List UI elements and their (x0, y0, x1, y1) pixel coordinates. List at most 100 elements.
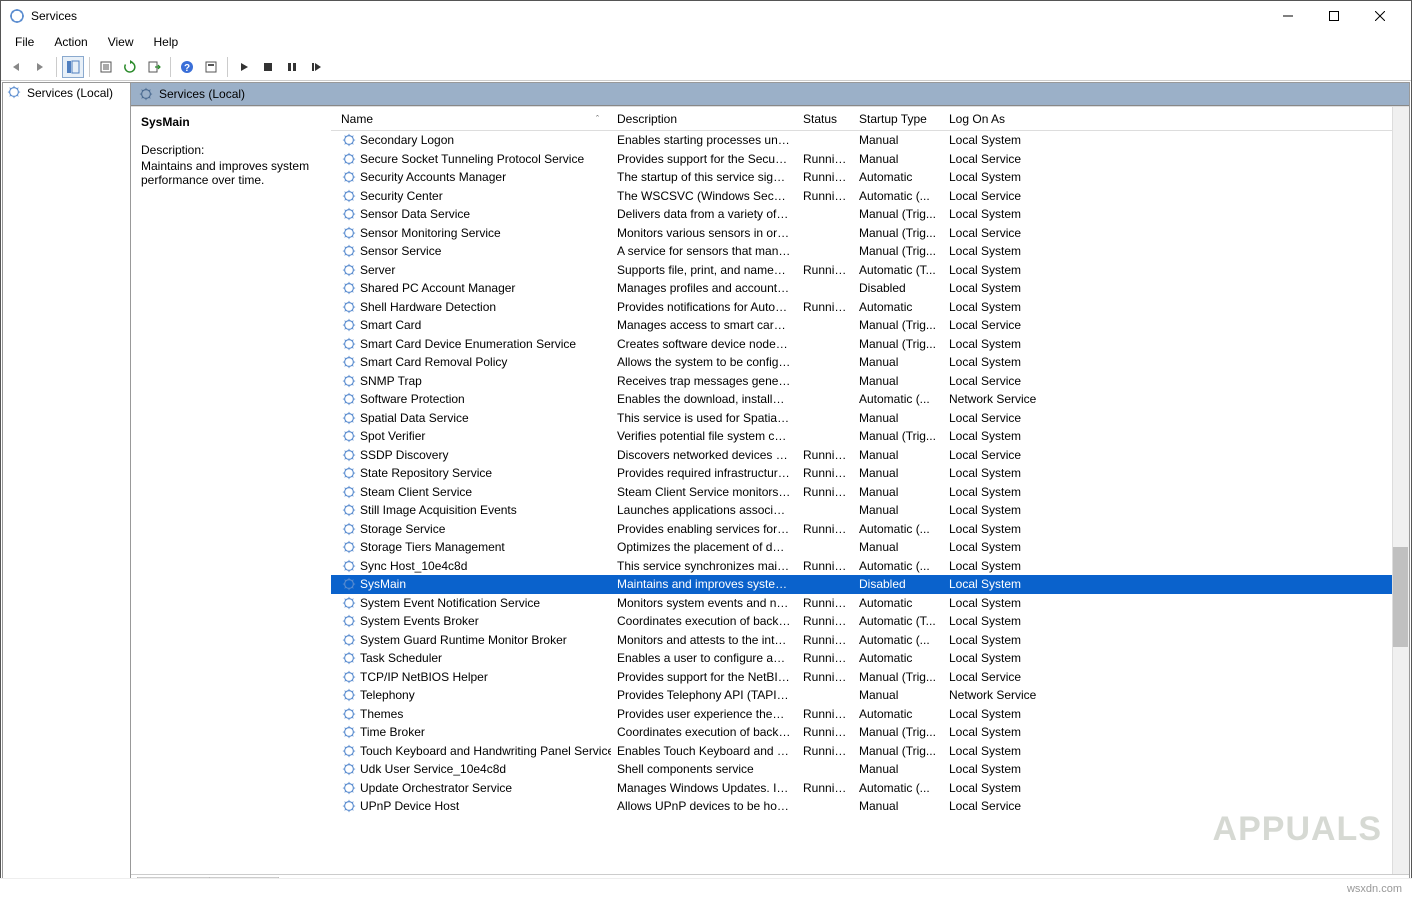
service-row[interactable]: Time BrokerCoordinates execution of back… (331, 723, 1409, 742)
minimize-button[interactable] (1265, 1, 1311, 31)
service-desc-cell: Monitors system events and noti... (611, 596, 797, 610)
service-desc-cell: Provides Telephony API (TAPI) su... (611, 688, 797, 702)
service-row[interactable]: Update Orchestrator ServiceManages Windo… (331, 779, 1409, 798)
start-service-button[interactable] (233, 56, 255, 78)
service-row[interactable]: Smart CardManages access to smart cards … (331, 316, 1409, 335)
service-status-cell: Running (797, 651, 853, 665)
service-row[interactable]: Software ProtectionEnables the download,… (331, 390, 1409, 409)
service-row[interactable]: Sensor ServiceA service for sensors that… (331, 242, 1409, 261)
description-label: Description: (141, 143, 321, 157)
pause-service-button[interactable] (281, 56, 303, 78)
help-button[interactable]: ? (176, 56, 198, 78)
service-row[interactable]: TCP/IP NetBIOS HelperProvides support fo… (331, 668, 1409, 687)
column-logon[interactable]: Log On As (943, 112, 1123, 126)
maximize-button[interactable] (1311, 1, 1357, 31)
gear-icon (341, 336, 357, 352)
service-row[interactable]: System Guard Runtime Monitor BrokerMonit… (331, 631, 1409, 650)
column-description[interactable]: Description (611, 112, 797, 126)
tree-item-services-local[interactable]: Services (Local) (3, 83, 130, 103)
service-row[interactable]: Spot VerifierVerifies potential file sys… (331, 427, 1409, 446)
service-logon-cell: Local System (943, 744, 1123, 758)
service-row[interactable]: Sync Host_10e4c8dThis service synchroniz… (331, 557, 1409, 576)
properties-button[interactable] (95, 56, 117, 78)
menu-help[interactable]: Help (144, 33, 189, 51)
rows-container[interactable]: Secondary LogonEnables starting processe… (331, 131, 1409, 874)
service-row[interactable]: System Events BrokerCoordinates executio… (331, 612, 1409, 631)
refresh-button[interactable] (119, 56, 141, 78)
service-logon-cell: Local System (943, 781, 1123, 795)
service-name-cell: Sensor Monitoring Service (360, 226, 501, 240)
service-logon-cell: Local System (943, 244, 1123, 258)
service-row[interactable]: Storage Tiers ManagementOptimizes the pl… (331, 538, 1409, 557)
service-desc-cell: This service is used for Spatial Pe... (611, 411, 797, 425)
service-row[interactable]: Shared PC Account ManagerManages profile… (331, 279, 1409, 298)
service-desc-cell: Enables a user to configure and ... (611, 651, 797, 665)
column-startup[interactable]: Startup Type (853, 112, 943, 126)
column-name[interactable]: Nameˆ (335, 112, 611, 126)
service-logon-cell: Local System (943, 614, 1123, 628)
service-logon-cell: Local System (943, 300, 1123, 314)
service-status-cell: Running (797, 170, 853, 184)
menu-view[interactable]: View (98, 33, 144, 51)
service-logon-cell: Network Service (943, 688, 1123, 702)
service-startup-cell: Automatic (853, 170, 943, 184)
gear-icon (341, 724, 357, 740)
service-desc-cell: Manages Windows Updates. If st... (611, 781, 797, 795)
menu-file[interactable]: File (5, 33, 44, 51)
scrollbar-thumb[interactable] (1393, 547, 1408, 647)
service-status-cell: Running (797, 263, 853, 277)
service-row[interactable]: ServerSupports file, print, and named-..… (331, 261, 1409, 280)
service-logon-cell: Local Service (943, 411, 1123, 425)
service-status-cell: Running (797, 300, 853, 314)
service-row[interactable]: Touch Keyboard and Handwriting Panel Ser… (331, 742, 1409, 761)
scrollbar[interactable] (1392, 107, 1409, 874)
service-row[interactable]: Security Accounts ManagerThe startup of … (331, 168, 1409, 187)
service-row[interactable]: Sensor Monitoring ServiceMonitors variou… (331, 224, 1409, 243)
service-row[interactable]: TelephonyProvides Telephony API (TAPI) s… (331, 686, 1409, 705)
service-logon-cell: Local Service (943, 152, 1123, 166)
service-desc-cell: Allows UPnP devices to be hoste... (611, 799, 797, 813)
forward-button[interactable] (29, 56, 51, 78)
gear-icon (341, 132, 357, 148)
toolbar-unknown-button[interactable] (200, 56, 222, 78)
service-row[interactable]: Secondary LogonEnables starting processe… (331, 131, 1409, 150)
show-hide-tree-button[interactable] (62, 56, 84, 78)
service-row[interactable]: Secure Socket Tunneling Protocol Service… (331, 150, 1409, 169)
service-row[interactable]: Still Image Acquisition EventsLaunches a… (331, 501, 1409, 520)
service-row[interactable]: System Event Notification ServiceMonitor… (331, 594, 1409, 613)
gear-icon (341, 299, 357, 315)
service-logon-cell: Local System (943, 466, 1123, 480)
stop-service-button[interactable] (257, 56, 279, 78)
service-row[interactable]: Shell Hardware DetectionProvides notific… (331, 298, 1409, 317)
service-row[interactable]: Security CenterThe WSCSVC (Windows Secur… (331, 187, 1409, 206)
service-startup-cell: Manual (853, 448, 943, 462)
service-row[interactable]: ThemesProvides user experience theme ...… (331, 705, 1409, 724)
service-row[interactable]: SysMainMaintains and improves system ...… (331, 575, 1409, 594)
gear-icon (341, 798, 357, 814)
service-row[interactable]: Steam Client ServiceSteam Client Service… (331, 483, 1409, 502)
service-name-cell: Udk User Service_10e4c8d (360, 762, 506, 776)
service-row[interactable]: SSDP DiscoveryDiscovers networked device… (331, 446, 1409, 465)
service-row[interactable]: State Repository ServiceProvides require… (331, 464, 1409, 483)
service-desc-cell: Creates software device nodes f... (611, 337, 797, 351)
service-row[interactable]: Spatial Data ServiceThis service is used… (331, 409, 1409, 428)
back-button[interactable] (5, 56, 27, 78)
menu-action[interactable]: Action (44, 33, 97, 51)
service-row[interactable]: Smart Card Removal PolicyAllows the syst… (331, 353, 1409, 372)
restart-service-button[interactable] (305, 56, 327, 78)
gear-icon (341, 373, 357, 389)
service-row[interactable]: Udk User Service_10e4c8dShell components… (331, 760, 1409, 779)
column-status[interactable]: Status (797, 112, 853, 126)
gear-icon (341, 650, 357, 666)
service-row[interactable]: Smart Card Device Enumeration ServiceCre… (331, 335, 1409, 354)
close-button[interactable] (1357, 1, 1403, 31)
service-logon-cell: Local System (943, 263, 1123, 277)
service-startup-cell: Manual (853, 688, 943, 702)
service-row[interactable]: Storage ServiceProvides enabling service… (331, 520, 1409, 539)
service-row[interactable]: Task SchedulerEnables a user to configur… (331, 649, 1409, 668)
service-row[interactable]: SNMP TrapReceives trap messages generate… (331, 372, 1409, 391)
gear-icon (139, 87, 153, 101)
service-row[interactable]: Sensor Data ServiceDelivers data from a … (331, 205, 1409, 224)
export-list-button[interactable] (143, 56, 165, 78)
gear-icon (341, 706, 357, 722)
